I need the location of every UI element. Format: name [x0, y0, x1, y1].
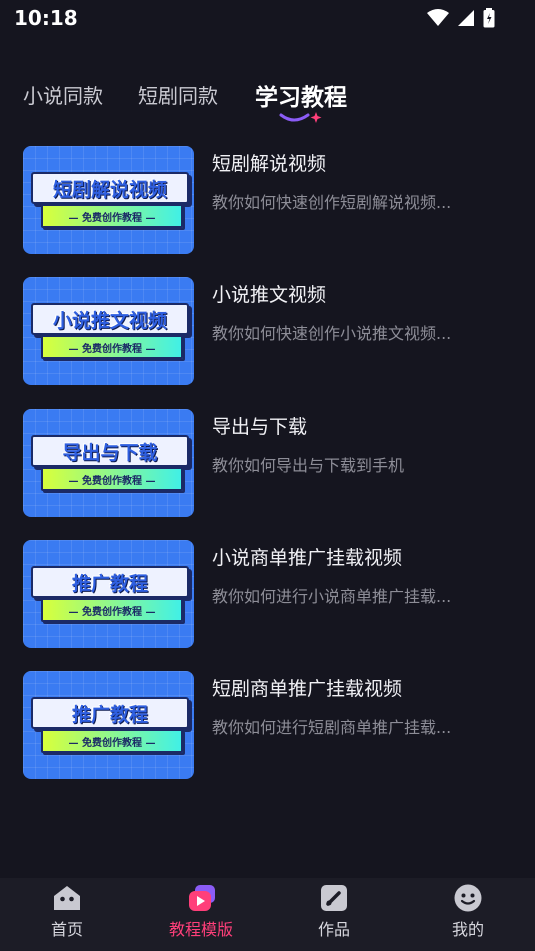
wifi-icon: [427, 9, 449, 31]
tutorial-thumbnail: 短剧解说视频 — 免费创作教程 —: [23, 146, 194, 254]
nav-tutorial-templates-label: 教程模版: [168, 920, 233, 939]
category-tabs: 小说同款 短剧同款 学习教程: [0, 78, 535, 128]
nav-tutorial-templates[interactable]: 教程模版: [141, 878, 261, 951]
status-time: 10:18: [14, 6, 78, 30]
list-item[interactable]: 短剧解说视频 — 免费创作教程 — 短剧解说视频 教你如何快速创作短剧解说视频.…: [23, 146, 513, 254]
list-item[interactable]: 导出与下载 — 免费创作教程 — 导出与下载 教你如何导出与下载到手机: [23, 409, 513, 517]
tutorial-description: 教你如何进行小说商单推广挂载...: [212, 587, 452, 606]
tutorial-title: 小说推文视频: [212, 284, 327, 306]
active-tab-indicator: [278, 110, 324, 129]
tutorial-thumbnail: 推广教程 — 免费创作教程 —: [23, 671, 194, 779]
thumbnail-title: 推广教程: [71, 572, 148, 595]
battery-icon: [483, 8, 495, 32]
nav-home-label: 首页: [50, 920, 83, 939]
nav-home[interactable]: 首页: [7, 878, 127, 951]
nav-works-label: 作品: [317, 920, 350, 939]
thumbnail-title: 短剧解说视频: [52, 178, 167, 201]
thumbnail-title: 推广教程: [71, 703, 148, 726]
nav-profile-label: 我的: [451, 920, 484, 939]
tutorial-title: 导出与下载: [212, 416, 308, 438]
tutorial-thumbnail: 推广教程 — 免费创作教程 —: [23, 540, 194, 648]
list-item[interactable]: 小说推文视频 — 免费创作教程 — 小说推文视频 教你如何快速创作小说推文视频.…: [23, 277, 513, 385]
thumbnail-ribbon: — 免费创作教程 —: [41, 335, 183, 359]
tab-learning-tutorial[interactable]: 学习教程: [255, 78, 347, 112]
thumbnail-ribbon: — 免费创作教程 —: [41, 467, 183, 491]
nav-works[interactable]: 作品: [274, 878, 394, 951]
thumbnail-ribbon: — 免费创作教程 —: [41, 729, 183, 753]
status-bar: 10:18: [0, 0, 535, 38]
tab-drama-same[interactable]: 短剧同款: [138, 80, 218, 109]
tutorial-title: 短剧解说视频: [212, 153, 327, 175]
template-icon: [187, 884, 215, 912]
tutorial-title: 小说商单推广挂载视频: [212, 547, 403, 569]
tutorial-description: 教你如何进行短剧商单推广挂载...: [212, 718, 452, 737]
status-icons: [427, 8, 495, 32]
tutorial-thumbnail: 小说推文视频 — 免费创作教程 —: [23, 277, 194, 385]
tutorial-thumbnail: 导出与下载 — 免费创作教程 —: [23, 409, 194, 517]
signal-icon: [457, 9, 475, 31]
nav-profile[interactable]: 我的: [408, 878, 528, 951]
thumbnail-title: 小说推文视频: [52, 309, 167, 332]
tutorial-description: 教你如何导出与下载到手机: [212, 456, 405, 475]
list-item[interactable]: 推广教程 — 免费创作教程 — 短剧商单推广挂载视频 教你如何进行短剧商单推广挂…: [23, 671, 513, 779]
thumbnail-ribbon: — 免费创作教程 —: [41, 204, 183, 228]
profile-icon: [454, 884, 482, 912]
thumbnail-title: 导出与下载: [62, 441, 158, 464]
works-icon: [320, 884, 348, 912]
thumbnail-ribbon: — 免费创作教程 —: [41, 598, 183, 622]
tab-novel-same[interactable]: 小说同款: [23, 80, 103, 109]
home-icon: [53, 884, 81, 912]
list-item[interactable]: 推广教程 — 免费创作教程 — 小说商单推广挂载视频 教你如何进行小说商单推广挂…: [23, 540, 513, 648]
tutorial-description: 教你如何快速创作短剧解说视频...: [212, 193, 452, 212]
tutorial-title: 短剧商单推广挂载视频: [212, 678, 403, 700]
bottom-nav: 首页 教程模版 作品 我的: [0, 878, 535, 951]
tutorial-description: 教你如何快速创作小说推文视频...: [212, 324, 452, 343]
